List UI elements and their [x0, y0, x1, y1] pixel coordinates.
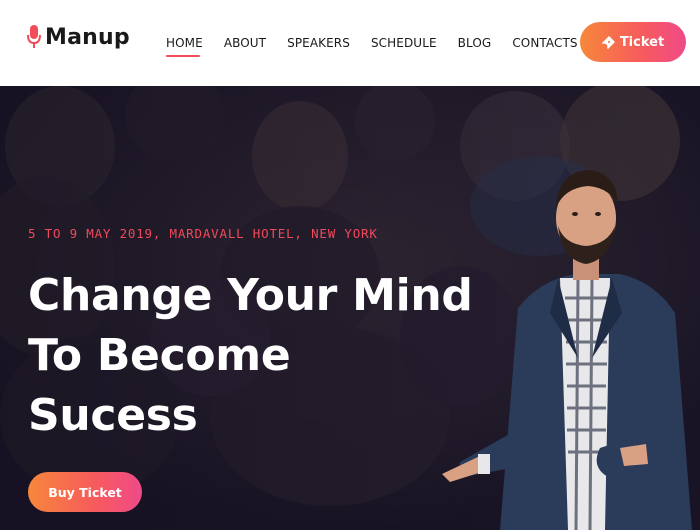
ticket-button[interactable]: Ticket: [580, 22, 686, 62]
ticket-button-label: Ticket: [619, 34, 665, 50]
speaker-image: [442, 170, 692, 530]
nav-link-blog[interactable]: BLOG: [458, 36, 492, 50]
nav-item-contacts: CONTACTS: [512, 34, 577, 52]
nav-item-home: HOME: [166, 34, 203, 57]
nav-link-speakers[interactable]: SPEAKERS: [287, 36, 350, 50]
headline-line-3: Sucess: [28, 390, 198, 441]
hero-headline: Change Your Mind To Become Sucess: [28, 266, 473, 446]
headline-line-1: Change Your Mind: [28, 270, 473, 321]
logo[interactable]: Manup: [27, 24, 130, 50]
ticket-icon: [601, 35, 615, 49]
logo-text: Manup: [45, 24, 130, 50]
nav-link-contacts[interactable]: CONTACTS: [512, 36, 577, 50]
hero-section: 5 TO 9 MAY 2019, MARDAVALL HOTEL, NEW YO…: [0, 86, 700, 530]
nav-link-home[interactable]: HOME: [166, 36, 203, 50]
nav-link-schedule[interactable]: SCHEDULE: [371, 36, 437, 50]
microphone-icon: [27, 25, 41, 48]
main-nav: HOME ABOUT SPEAKERS SCHEDULE BLOG CONTAC…: [166, 34, 578, 57]
nav-item-speakers: SPEAKERS: [287, 34, 350, 52]
active-indicator: [166, 55, 200, 57]
nav-item-schedule: SCHEDULE: [371, 34, 437, 52]
nav-item-about: ABOUT: [224, 34, 266, 52]
buy-ticket-button[interactable]: Buy Ticket: [28, 472, 142, 512]
site-header: Manup HOME ABOUT SPEAKERS SCHEDULE BLOG …: [0, 0, 700, 86]
headline-line-2: To Become: [28, 330, 291, 381]
nav-item-blog: BLOG: [458, 34, 492, 52]
event-info: 5 TO 9 MAY 2019, MARDAVALL HOTEL, NEW YO…: [28, 226, 378, 241]
nav-link-about[interactable]: ABOUT: [224, 36, 266, 50]
